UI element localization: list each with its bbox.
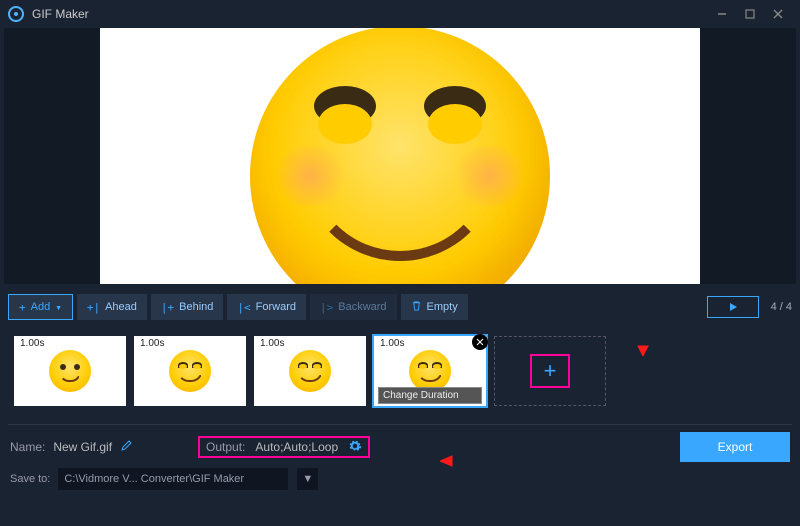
remove-frame-icon[interactable] xyxy=(472,334,488,350)
frame-strip: 1.00s 1.00s 1.00s 1.00s Change Duration … xyxy=(8,326,792,416)
frame-thumb-selected[interactable]: 1.00s Change Duration xyxy=(374,336,486,406)
close-button[interactable] xyxy=(764,4,792,24)
frame-duration: 1.00s xyxy=(138,338,166,349)
ahead-icon: +| xyxy=(87,301,100,314)
save-label: Save to: xyxy=(10,473,50,485)
save-path[interactable]: C:\Vidmore V... Converter\GIF Maker xyxy=(58,468,288,490)
frame-toolbar: + Add ▾ +| Ahead |+ Behind |< Forward |>… xyxy=(8,292,792,322)
name-output-row: Name: New Gif.gif Output: Auto;Auto;Loop… xyxy=(0,429,800,465)
frame-duration: 1.00s xyxy=(378,338,406,349)
name-value: New Gif.gif xyxy=(53,440,112,454)
behind-label: Behind xyxy=(179,301,213,313)
trash-icon xyxy=(411,300,422,314)
export-button[interactable]: Export xyxy=(680,432,790,462)
play-button[interactable] xyxy=(707,296,759,318)
save-path-text: C:\Vidmore V... Converter\GIF Maker xyxy=(64,473,244,485)
frame-thumb[interactable]: 1.00s xyxy=(254,336,366,406)
add-frame-slot[interactable]: + xyxy=(494,336,606,406)
ahead-label: Ahead xyxy=(105,301,137,313)
backward-label: Backward xyxy=(338,301,386,313)
preview-canvas xyxy=(100,28,700,284)
frame-duration: 1.00s xyxy=(258,338,286,349)
preview-area xyxy=(4,28,796,284)
preview-image xyxy=(250,28,550,284)
plus-icon: + xyxy=(19,301,26,314)
ahead-button[interactable]: +| Ahead xyxy=(77,294,147,320)
frame-thumb[interactable]: 1.00s xyxy=(134,336,246,406)
empty-label: Empty xyxy=(427,301,458,313)
name-label: Name: xyxy=(10,440,45,454)
save-path-dropdown[interactable]: ▼ xyxy=(296,468,318,490)
frame-duration: 1.00s xyxy=(18,338,46,349)
titlebar: GIF Maker xyxy=(0,0,800,28)
divider xyxy=(8,424,792,425)
maximize-button[interactable] xyxy=(736,4,764,24)
duration-tooltip: Change Duration xyxy=(378,387,482,404)
forward-icon: |< xyxy=(237,301,250,314)
app-logo-icon xyxy=(8,6,24,22)
output-label: Output: xyxy=(206,440,245,454)
minimize-button[interactable] xyxy=(708,4,736,24)
edit-name-icon[interactable] xyxy=(120,440,132,455)
add-label: Add xyxy=(31,301,51,313)
frame-thumb[interactable]: 1.00s xyxy=(14,336,126,406)
output-value: Auto;Auto;Loop xyxy=(255,440,338,454)
backward-icon: |> xyxy=(320,301,333,314)
window-title: GIF Maker xyxy=(32,7,89,21)
chevron-down-icon: ▾ xyxy=(55,301,62,314)
add-frame-highlight: + xyxy=(530,354,570,388)
page-counter: 4 / 4 xyxy=(771,301,792,313)
add-button[interactable]: + Add ▾ xyxy=(8,294,73,320)
behind-icon: |+ xyxy=(161,301,174,314)
forward-label: Forward xyxy=(256,301,296,313)
plus-icon: + xyxy=(544,358,557,384)
empty-button[interactable]: Empty xyxy=(401,294,468,320)
output-settings-icon[interactable] xyxy=(348,439,362,456)
backward-button[interactable]: |> Backward xyxy=(310,294,397,320)
forward-button[interactable]: |< Forward xyxy=(227,294,306,320)
behind-button[interactable]: |+ Behind xyxy=(151,294,224,320)
save-row: Save to: C:\Vidmore V... Converter\GIF M… xyxy=(0,465,800,493)
output-settings-highlight: Output: Auto;Auto;Loop xyxy=(198,436,370,458)
